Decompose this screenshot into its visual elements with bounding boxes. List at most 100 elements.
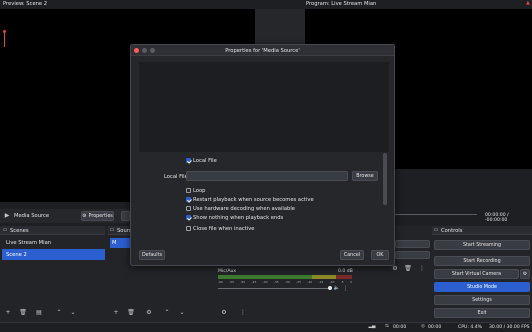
mixer-db: 0.0 dB (338, 269, 353, 274)
defaults-button[interactable]: Defaults (139, 250, 165, 260)
meter-tick: -50 (240, 280, 246, 284)
scene-item-label: Scene 2 (6, 252, 27, 258)
gear-icon: ⚙ (82, 213, 87, 219)
meter-scale: -60 -55 -50 -45 -40 -35 -30 -25 -20 -15 -10 -5 0 (218, 280, 352, 285)
cancel-button[interactable]: Cancel (340, 250, 364, 260)
loop-label: Loop (193, 188, 206, 194)
loop-check[interactable] (186, 188, 191, 193)
restart-label: Restart playback when source becomes act… (193, 197, 314, 203)
source-item[interactable]: M (110, 238, 130, 248)
studio-mode-button[interactable]: Studio Mode (434, 282, 530, 292)
timeline-time: 00:00:00 / -00:00:00 (485, 213, 509, 223)
volume-slider[interactable] (218, 288, 331, 289)
settings-button[interactable]: Settings (434, 295, 530, 305)
local-file-label: Local File (164, 174, 188, 180)
cpu-usage: CPU: 4.4% (458, 325, 483, 330)
volume-meter (218, 275, 352, 279)
mixer-menu-icon[interactable]: ⋮ (343, 285, 349, 292)
playhead-marker (3, 30, 6, 48)
add-source-icon[interactable]: + (112, 308, 120, 316)
meter-tick: -45 (251, 280, 257, 284)
network-signal-icon: ▂▄ (368, 324, 376, 329)
remove-transition-icon[interactable]: 🗑 (404, 264, 412, 272)
mixer-more-icon[interactable]: ⋮ (239, 308, 247, 316)
remove-source-icon[interactable]: 🗑 (127, 308, 135, 316)
scene-item[interactable]: Live Stream Mian (2, 238, 105, 248)
dialog-title: Properties for 'Media Source' (225, 48, 300, 54)
record-indicator-icon: ▲ (526, 0, 530, 6)
close-file-label: Close file when inactive (193, 226, 255, 232)
dialog-scrollbar[interactable] (383, 153, 387, 205)
controls-dock-icon: ▭ (433, 227, 439, 233)
restart-checkbox[interactable]: Restart playback when source becomes act… (186, 197, 314, 203)
meter-tick: -25 (296, 280, 301, 284)
duration-stepper[interactable] (395, 251, 430, 259)
ok-button[interactable]: OK (371, 250, 389, 260)
record-status-icon: ◎ (421, 324, 425, 329)
scenes-title: Scenes (10, 228, 29, 234)
meter-tick: -55 (229, 280, 235, 284)
local-file-checkbox-label: Local File (193, 158, 217, 164)
meter-tick: -15 (318, 280, 324, 284)
transition-select[interactable] (395, 240, 430, 248)
seek-bar[interactable] (395, 214, 477, 215)
close-file-check[interactable] (186, 226, 191, 231)
local-file-checkbox[interactable]: Local File (186, 158, 217, 164)
loop-checkbox[interactable]: Loop (186, 188, 205, 194)
source-up-icon[interactable]: ⌃ (163, 308, 171, 316)
move-up-icon[interactable]: ⌃ (55, 308, 63, 316)
source-name: Media Source (14, 213, 50, 219)
add-scene-icon[interactable]: + (4, 308, 12, 316)
speaker-icon[interactable]: 🔈 (334, 285, 340, 291)
properties-button[interactable]: ⚙ Properties (81, 211, 114, 221)
program-canvas[interactable] (395, 44, 532, 169)
meter-tick: -40 (262, 280, 268, 284)
scene-item-label: Live Stream Mian (6, 240, 52, 246)
preview-canvas[interactable] (0, 44, 130, 202)
status-bar (0, 322, 532, 332)
source-properties-icon[interactable]: ⚙ (145, 308, 153, 316)
close-file-checkbox[interactable]: Close file when inactive (186, 226, 255, 232)
start-virtual-camera-button[interactable]: Start Virtual Camera (434, 269, 519, 279)
hw-decoding-check[interactable] (186, 206, 191, 211)
move-down-icon[interactable]: ⌄ (69, 308, 77, 316)
exit-button[interactable]: Exit (434, 308, 530, 318)
mixer-track-name: Mic/Aux (218, 269, 237, 274)
media-preview (139, 62, 389, 152)
rec-time: 00:00 (428, 325, 442, 330)
start-streaming-button[interactable]: Start Streaming (434, 240, 530, 250)
scene-filters-icon[interactable]: ▤ (35, 308, 43, 316)
browse-button[interactable]: Browse (352, 171, 378, 181)
properties-dialog: Properties for 'Media Source' Local File… (130, 44, 395, 266)
preview-title: Preview: Scene 2 (3, 1, 48, 7)
filters-button[interactable] (121, 211, 130, 221)
stream-icon: ⇆ (385, 324, 389, 329)
program-canvas-top[interactable] (305, 9, 532, 44)
show-nothing-check[interactable] (186, 215, 191, 220)
local-file-check[interactable] (186, 158, 191, 163)
properties-label: Properties (88, 213, 113, 219)
restart-check[interactable] (186, 197, 191, 202)
local-file-input[interactable] (186, 171, 348, 181)
show-nothing-checkbox[interactable]: Show nothing when playback ends (186, 215, 283, 221)
play-icon[interactable]: ▶ (4, 211, 10, 219)
hw-decoding-checkbox[interactable]: Use hardware decoding when available (186, 206, 295, 212)
meter-tick: 0 (349, 280, 352, 284)
virtual-camera-settings-button[interactable]: ⚙ (520, 269, 530, 279)
source-down-icon[interactable]: ⌄ (178, 308, 186, 316)
start-recording-button[interactable]: Start Recording (434, 256, 530, 266)
meter-tick: -20 (307, 280, 313, 284)
meter-tick: -35 (273, 280, 279, 284)
meter-tick: -60 (218, 280, 223, 284)
transition-more-icon[interactable]: ⋮ (419, 264, 425, 272)
gear-icon: ⚙ (522, 271, 528, 277)
controls-title: Controls (441, 228, 463, 234)
volume-slider-handle[interactable] (328, 286, 332, 290)
remove-scene-icon[interactable]: 🗑 (19, 308, 27, 316)
hw-decoding-label: Use hardware decoding when available (193, 206, 295, 212)
sources-dock-icon: ▭ (109, 227, 115, 233)
preview-canvas-top[interactable] (0, 9, 255, 44)
mixer-settings-icon[interactable]: ⚙ (220, 308, 228, 316)
program-title: Program: Live Stream Mian (306, 1, 377, 7)
scene-item-selected[interactable]: Scene 2 (2, 249, 105, 260)
